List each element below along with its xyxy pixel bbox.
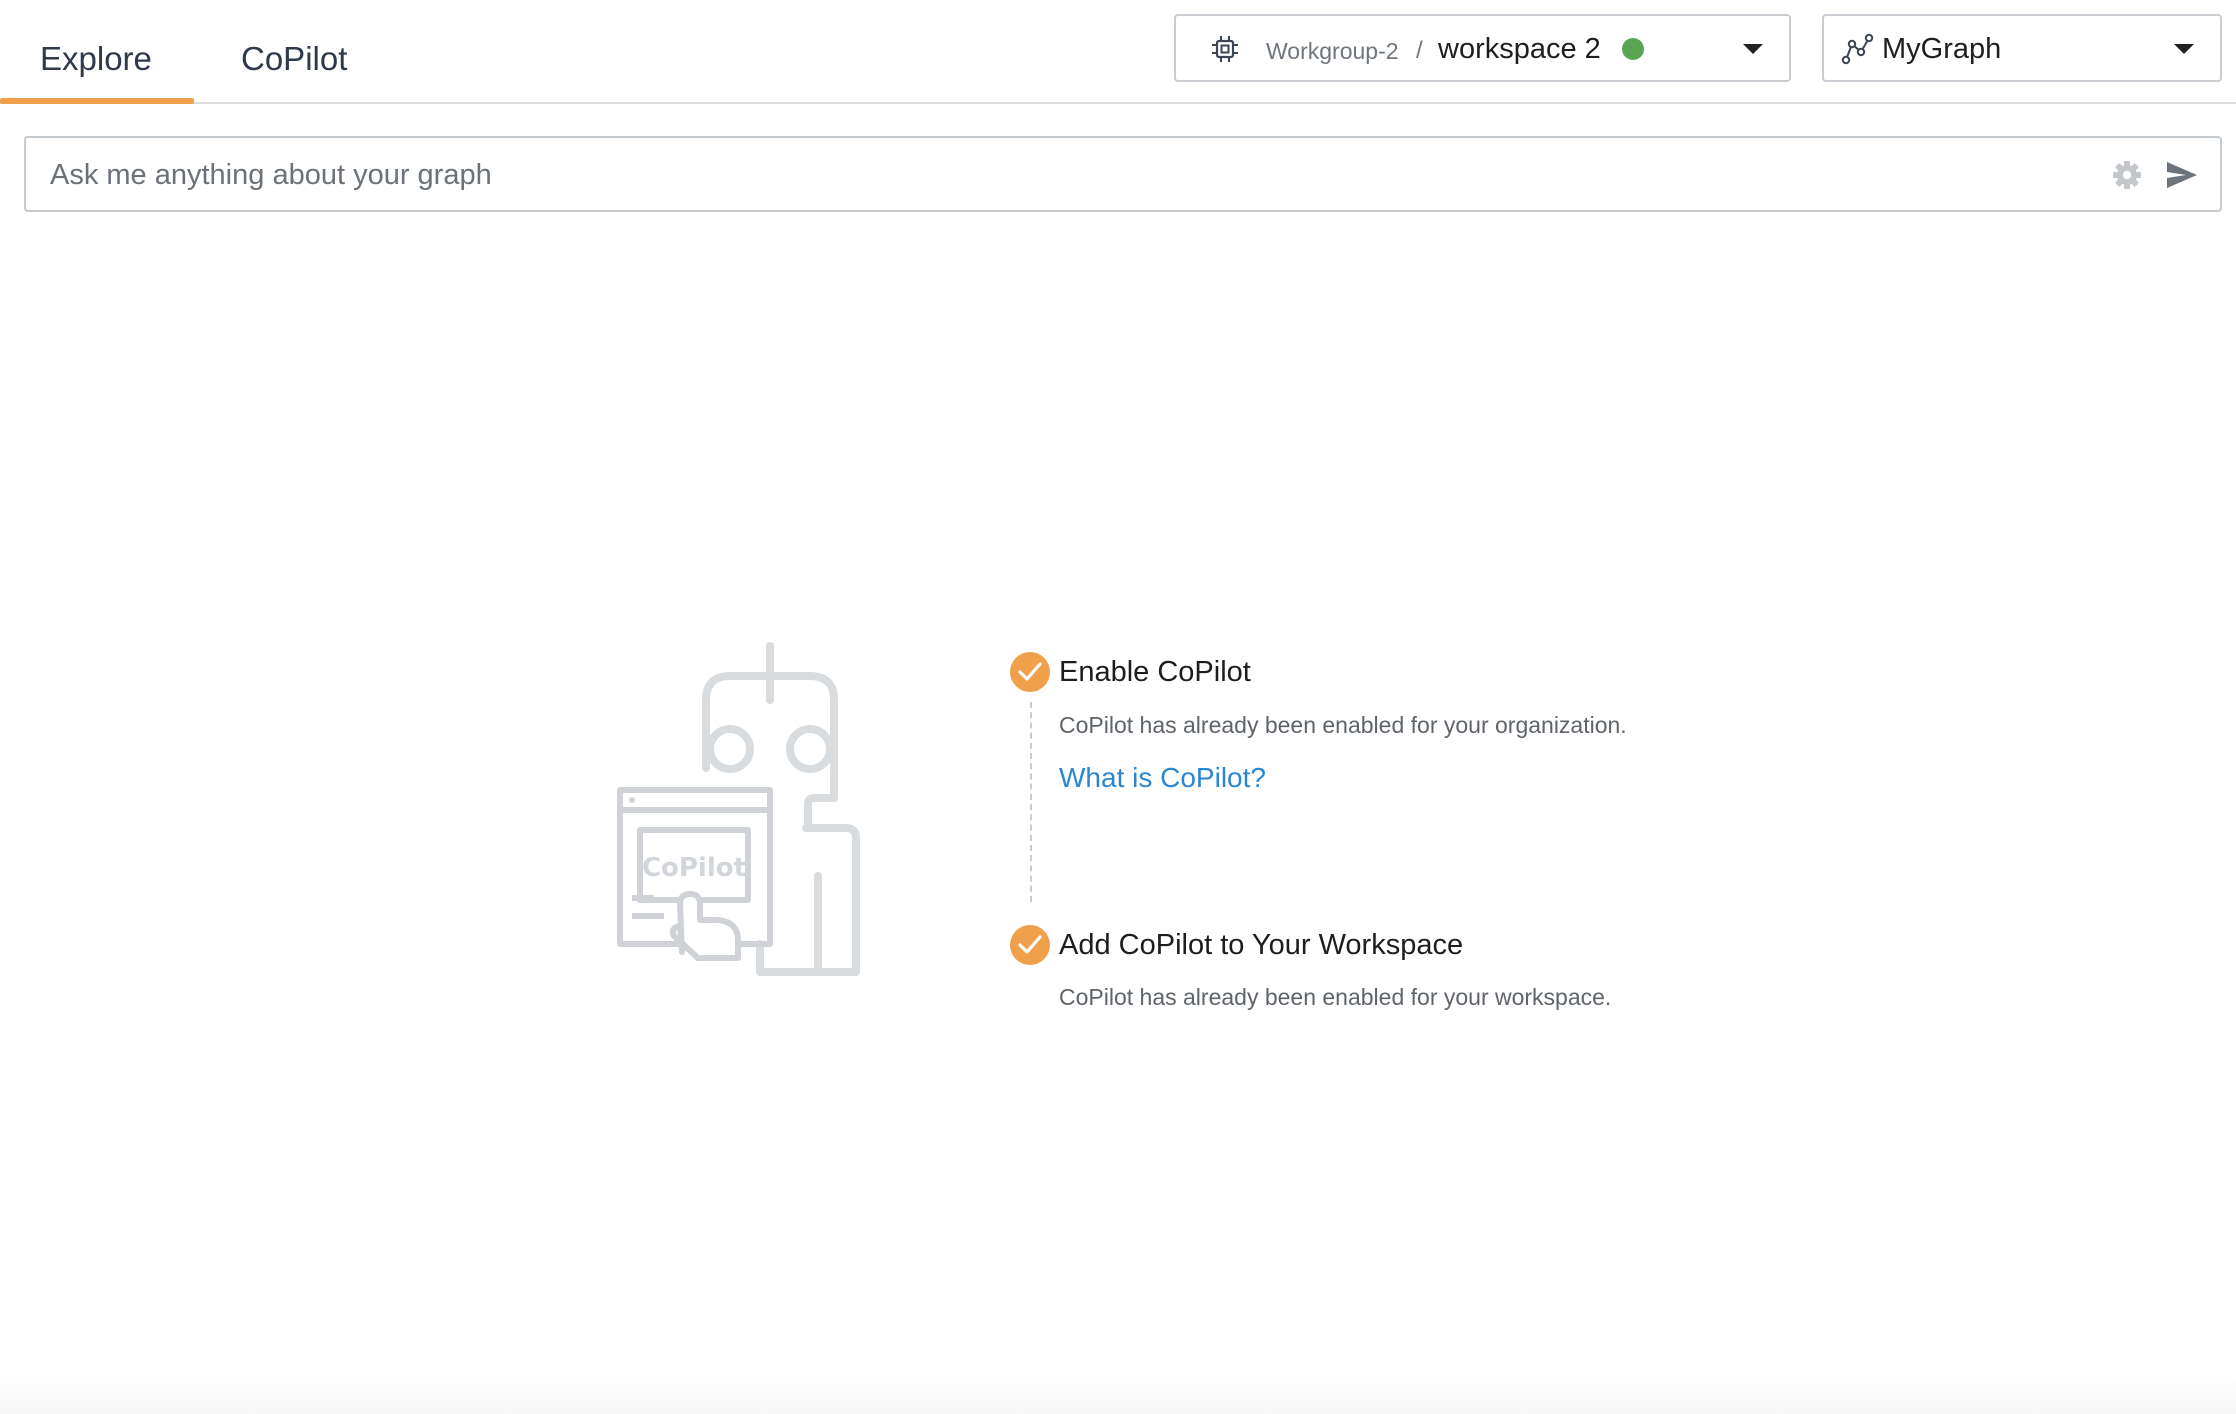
step-enable-copilot-description: CoPilot has already been enabled for you… [1059, 712, 1627, 738]
step-add-to-workspace-description: CoPilot has already been enabled for you… [1059, 984, 1612, 1010]
illustration-label: CoPilot [642, 853, 746, 883]
bottom-edge [0, 1370, 2236, 1414]
chevron-down-icon [1743, 44, 1763, 54]
workspace-name: workspace 2 [1438, 33, 1601, 65]
search-input[interactable] [50, 156, 2090, 194]
step-enable-copilot-title: Enable CoPilot [1059, 656, 1251, 688]
workspace-status-dot [1622, 38, 1644, 60]
step-complete-check-icon [1010, 925, 1050, 965]
step-connector [1030, 702, 1032, 902]
gear-icon[interactable] [2110, 158, 2144, 192]
graph-selector[interactable]: MyGraph [1822, 14, 2222, 82]
search-box [24, 136, 2222, 212]
tab-explore[interactable]: Explore [40, 40, 152, 78]
copilot-robot-illustration: CoPilot [617, 642, 860, 976]
step-complete-check-icon [1010, 652, 1050, 692]
top-bar: Explore CoPilot Workgroup-2 / workspace … [0, 0, 2236, 104]
step-add-to-workspace-title: Add CoPilot to Your Workspace [1059, 929, 1464, 961]
what-is-copilot-link[interactable]: What is CoPilot? [1059, 762, 1266, 794]
workgroup-name: Workgroup-2 [1266, 38, 1399, 64]
chevron-down-icon [2174, 44, 2194, 54]
cpu-chip-icon [1212, 36, 1238, 62]
workspace-selector[interactable]: Workgroup-2 / workspace 2 [1174, 14, 1791, 82]
graph-icon [1841, 33, 1874, 65]
send-icon[interactable] [2164, 158, 2200, 192]
graph-name: MyGraph [1882, 33, 2002, 65]
breadcrumb-separator: / [1416, 37, 1423, 64]
tab-copilot[interactable]: CoPilot [241, 40, 347, 78]
active-tab-indicator [0, 98, 194, 104]
